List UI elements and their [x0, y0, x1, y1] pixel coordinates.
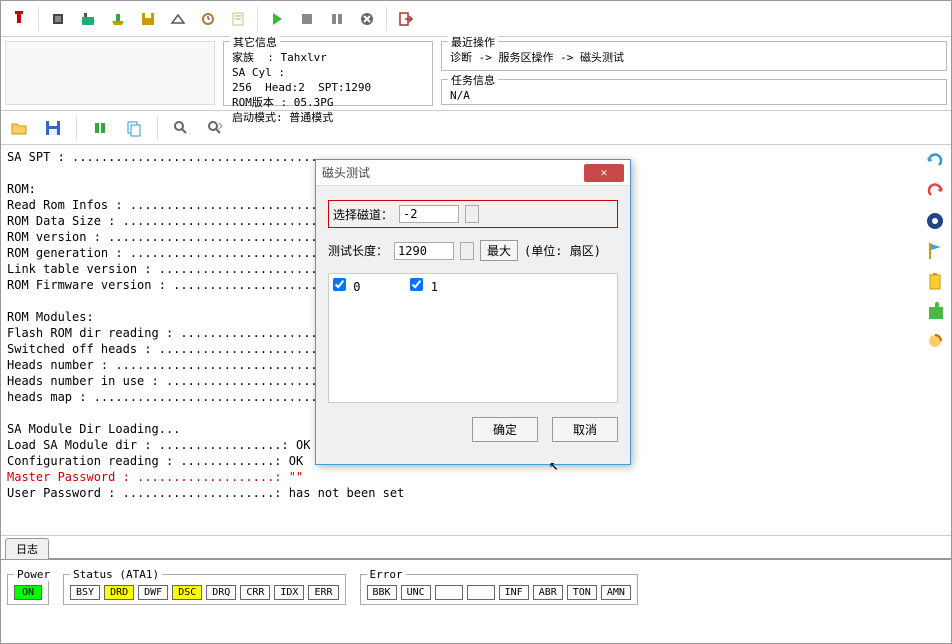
task-info-title: 任务信息 [448, 73, 498, 88]
pin-icon[interactable] [5, 5, 33, 33]
close-icon[interactable]: ✕ [584, 164, 624, 182]
save-icon[interactable] [39, 114, 67, 142]
redo-icon[interactable] [923, 179, 947, 203]
play-icon[interactable] [263, 5, 291, 33]
head-0-checkbox[interactable]: 0 [333, 278, 360, 398]
select-track-label: 选择磁道： [333, 206, 393, 223]
pause-log-icon[interactable] [86, 114, 114, 142]
tab-log[interactable]: 日志 [5, 538, 49, 559]
find-icon[interactable] [167, 114, 195, 142]
length-spinner[interactable] [460, 242, 474, 260]
clock-icon[interactable] [194, 5, 222, 33]
battery-icon[interactable] [923, 269, 947, 293]
ok-button[interactable]: 确定 [472, 417, 538, 442]
err-unc: UNC [401, 585, 431, 600]
error-group: Error BBK UNC INF ABR TON AMN [360, 574, 638, 605]
recent-ops-title: 最近操作 [448, 35, 498, 50]
pause-icon[interactable] [323, 5, 351, 33]
puzzle-icon[interactable] [923, 299, 947, 323]
log-toolbar [1, 111, 951, 145]
power-on: ON [14, 585, 42, 600]
tab-bar: 日志 [1, 535, 951, 559]
note-icon[interactable] [224, 5, 252, 33]
task-info-panel: 任务信息 N/A [441, 79, 947, 105]
dialog-titlebar[interactable]: 磁头测试 ✕ [316, 160, 630, 186]
err-inf: INF [499, 585, 529, 600]
status-drq: DRQ [206, 585, 236, 600]
max-button[interactable]: 最大 [480, 240, 518, 261]
chip-icon[interactable] [44, 5, 72, 33]
status-dsc: DSC [172, 585, 202, 600]
head-test-dialog: 磁头测试 ✕ 选择磁道： 测试长度： 最大 (单位: 扇区) 0 1 确定 取消 [315, 159, 631, 465]
select-track-row: 选择磁道： [328, 200, 618, 228]
info-row: 其它信息 家族 : Tahxlvr SA Cyl : 256 Head:2 SP… [1, 37, 951, 111]
status-err: ERR [308, 585, 338, 600]
main-toolbar [1, 1, 951, 37]
length-input[interactable] [394, 242, 454, 260]
flag-icon[interactable] [923, 239, 947, 263]
status-bsy: BSY [70, 585, 100, 600]
tray-icon[interactable] [104, 5, 132, 33]
pcb-icon[interactable] [74, 5, 102, 33]
record-icon[interactable] [923, 209, 947, 233]
err-abr: ABR [533, 585, 563, 600]
recent-ops-panel: 最近操作 诊断 -> 服务区操作 -> 磁头测试 [441, 41, 947, 71]
status-drd: DRD [104, 585, 134, 600]
status-bar: Power ON Status (ATA1) BSY DRD DWF DSC D… [1, 559, 951, 609]
err-bbk: BBK [367, 585, 397, 600]
dialog-title: 磁头测试 [322, 164, 370, 181]
disk-icon[interactable] [134, 5, 162, 33]
err-3 [467, 585, 495, 600]
refresh-icon[interactable] [923, 329, 947, 353]
head-checkboxes: 0 1 [328, 273, 618, 403]
status-dwf: DWF [138, 585, 168, 600]
stop-icon[interactable] [293, 5, 321, 33]
open-icon[interactable] [5, 114, 33, 142]
err-amn: AMN [601, 585, 631, 600]
power-group: Power ON [7, 574, 49, 605]
err-ton: TON [567, 585, 597, 600]
other-info-title: 其它信息 [230, 35, 280, 50]
track-spinner[interactable] [465, 205, 479, 223]
exit-icon[interactable] [392, 5, 420, 33]
device-preview [5, 41, 215, 105]
side-toolbar [921, 149, 949, 353]
copy-icon[interactable] [120, 114, 148, 142]
ata-status-group: Status (ATA1) BSY DRD DWF DSC DRQ CRR ID… [63, 574, 346, 605]
err-2 [435, 585, 463, 600]
scan-icon[interactable] [164, 5, 192, 33]
cancel-icon[interactable] [353, 5, 381, 33]
status-idx: IDX [274, 585, 304, 600]
test-length-label: 测试长度： [328, 242, 388, 259]
cancel-button[interactable]: 取消 [552, 417, 618, 442]
test-length-row: 测试长度： 最大 (单位: 扇区) [328, 240, 618, 261]
find-next-icon[interactable] [201, 114, 229, 142]
track-input[interactable] [399, 205, 459, 223]
other-info-panel: 其它信息 家族 : Tahxlvr SA Cyl : 256 Head:2 SP… [223, 41, 433, 106]
head-1-checkbox[interactable]: 1 [410, 278, 437, 398]
status-crr: CRR [240, 585, 270, 600]
undo-icon[interactable] [923, 149, 947, 173]
unit-label: (单位: 扇区) [524, 242, 601, 259]
